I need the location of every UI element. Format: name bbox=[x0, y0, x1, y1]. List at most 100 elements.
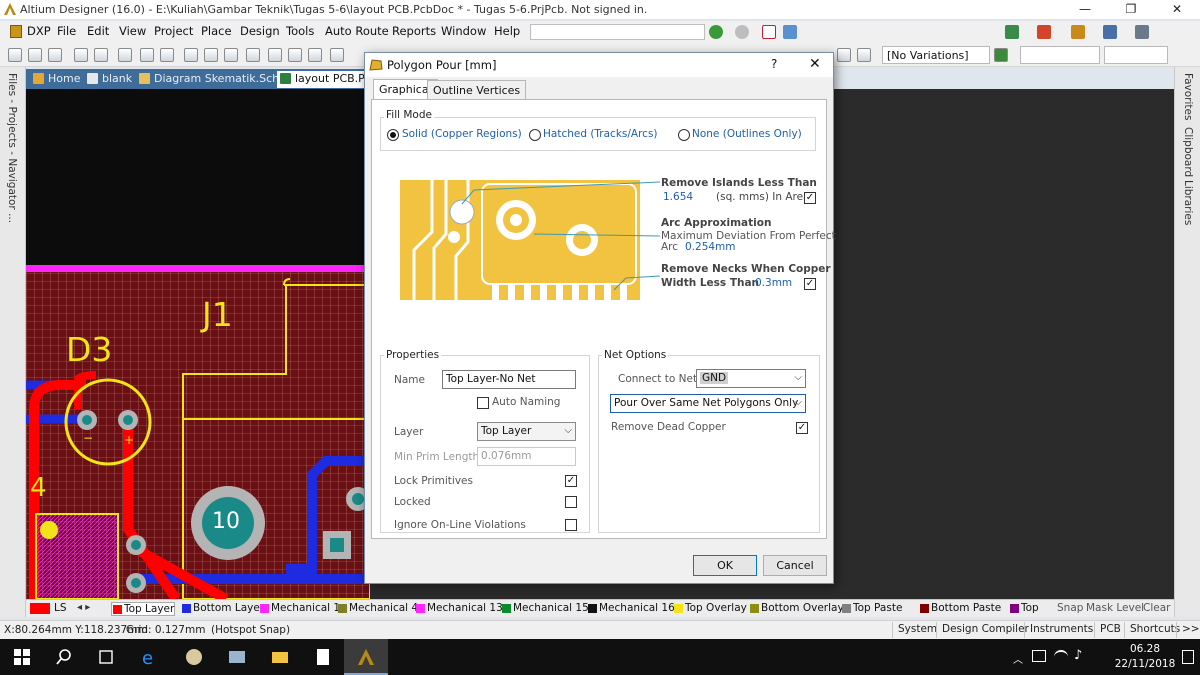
tab-home[interactable]: Home bbox=[30, 71, 82, 88]
search-button[interactable] bbox=[42, 639, 86, 675]
layer-scroll-arrows[interactable]: ◂ ▸ bbox=[77, 602, 90, 613]
layer-tab-mechanical-15[interactable]: Mechanical 15 bbox=[501, 602, 589, 616]
menu-place[interactable]: Place bbox=[201, 24, 232, 38]
design-compiler-button[interactable]: Design Compiler bbox=[936, 622, 1034, 638]
pour-over-select[interactable]: Pour Over Same Net Polygons Only ⌵ bbox=[610, 394, 806, 413]
files-projects-navigator-tab[interactable]: Files - Projects - Navigator ... bbox=[6, 73, 18, 223]
remove-necks-checkbox[interactable]: ✓ bbox=[804, 278, 816, 290]
tab-layout-pcb[interactable]: layout PCB.Pcb bbox=[277, 71, 378, 88]
new-icon[interactable] bbox=[8, 48, 22, 62]
network-icon[interactable] bbox=[1054, 650, 1068, 662]
altium-app[interactable] bbox=[344, 639, 388, 675]
system-button[interactable]: System bbox=[892, 622, 942, 638]
none-option-label[interactable]: None (Outlines Only) bbox=[692, 128, 802, 140]
tray-chevron-icon[interactable]: ︿ bbox=[1013, 651, 1023, 666]
zoom-previous-icon[interactable] bbox=[204, 48, 218, 62]
paste-icon[interactable] bbox=[288, 48, 302, 62]
pcb-button[interactable]: PCB bbox=[1094, 622, 1126, 638]
notifications-icon[interactable] bbox=[1182, 650, 1194, 664]
tab-diagram-schematic[interactable]: Diagram Skematik.SchDoc bbox=[136, 71, 300, 88]
layer-tab-top-layer[interactable]: Top Layer bbox=[111, 602, 176, 616]
clear-button[interactable]: Clear bbox=[1143, 602, 1170, 614]
menu-auto-route[interactable]: Auto Route bbox=[325, 24, 389, 38]
menu-dxp[interactable]: DXP bbox=[27, 24, 51, 38]
volume-icon[interactable]: ♪ bbox=[1074, 648, 1082, 663]
back-icon[interactable] bbox=[709, 25, 723, 39]
favorites-tab[interactable]: Favorites bbox=[1182, 73, 1194, 120]
snap-button[interactable]: Snap bbox=[1057, 602, 1083, 614]
mask-level-button[interactable]: Mask Level bbox=[1086, 602, 1144, 614]
hatched-option-label[interactable]: Hatched (Tracks/Arcs) bbox=[543, 128, 658, 140]
zoom-selected-icon[interactable] bbox=[184, 48, 198, 62]
select-icon[interactable] bbox=[330, 48, 344, 62]
home-icon[interactable] bbox=[762, 25, 776, 39]
forward-icon[interactable] bbox=[735, 25, 749, 39]
dialog-close-button[interactable]: ✕ bbox=[809, 56, 821, 72]
locked-checkbox[interactable] bbox=[565, 496, 577, 508]
favorite-icon[interactable] bbox=[783, 25, 797, 39]
snipping-app[interactable] bbox=[215, 639, 259, 675]
layer-tab-ls[interactable]: LS bbox=[29, 602, 67, 616]
address-combo[interactable] bbox=[530, 24, 705, 40]
close-window-button[interactable]: ✕ bbox=[1154, 0, 1200, 20]
libraries-tab[interactable]: Libraries bbox=[1182, 180, 1194, 225]
zoom-fit-icon[interactable] bbox=[140, 48, 154, 62]
islands-value[interactable]: 1.654 bbox=[663, 191, 693, 203]
ignore-violations-checkbox[interactable] bbox=[565, 519, 577, 531]
layer-tab-mechanical-13[interactable]: Mechanical 13 bbox=[415, 602, 503, 616]
auto-naming-checkbox[interactable] bbox=[477, 397, 489, 409]
start-button[interactable] bbox=[0, 639, 44, 675]
rubber-stamp-icon[interactable] bbox=[308, 48, 322, 62]
arc-value[interactable]: 0.254mm bbox=[685, 241, 736, 253]
connect-to-net-select[interactable]: GND ⌵ bbox=[696, 369, 806, 388]
task-view-button[interactable] bbox=[84, 639, 128, 675]
minimize-button[interactable]: — bbox=[1062, 0, 1108, 20]
layer-tab-top-overlay[interactable]: Top Overlay bbox=[673, 602, 747, 616]
route-tool-icon[interactable] bbox=[1005, 25, 1019, 39]
save-icon[interactable] bbox=[48, 48, 62, 62]
remove-dead-copper-checkbox[interactable]: ✓ bbox=[796, 422, 808, 434]
menu-view[interactable]: View bbox=[119, 24, 146, 38]
print-preview-icon[interactable] bbox=[94, 48, 108, 62]
layer-select[interactable]: Top Layer ⌵ bbox=[477, 422, 576, 441]
cancel-button[interactable]: Cancel bbox=[763, 555, 827, 576]
taskbar-clock[interactable]: 06.28 22/11/2018 bbox=[1110, 642, 1180, 672]
copy-icon[interactable] bbox=[268, 48, 282, 62]
toolbar-combo-empty-2[interactable] bbox=[1104, 46, 1168, 64]
solid-option-label[interactable]: Solid (Copper Regions) bbox=[402, 128, 522, 140]
radio-solid[interactable] bbox=[387, 129, 399, 141]
polygon-name-input[interactable]: Top Layer-No Net bbox=[442, 370, 576, 389]
battery-icon[interactable] bbox=[1032, 650, 1046, 662]
restore-button[interactable]: ❐ bbox=[1108, 0, 1154, 20]
menu-help[interactable]: Help bbox=[494, 24, 520, 38]
radio-hatched[interactable] bbox=[529, 129, 541, 141]
cross-probe-icon[interactable] bbox=[224, 48, 238, 62]
grid-tool-icon[interactable] bbox=[1103, 25, 1117, 39]
lock-primitives-checkbox[interactable]: ✓ bbox=[565, 475, 577, 487]
open-icon[interactable] bbox=[28, 48, 42, 62]
3d-view-icon[interactable] bbox=[118, 48, 132, 62]
variations-combo[interactable]: [No Variations] bbox=[882, 46, 990, 64]
menu-reports[interactable]: Reports bbox=[392, 24, 436, 38]
layout-tool-icon[interactable] bbox=[1135, 25, 1149, 39]
layer-tab-top[interactable]: Top bbox=[1009, 602, 1039, 616]
necks-value[interactable]: 0.3mm bbox=[755, 277, 792, 289]
layer-tab-mechanical-1[interactable]: Mechanical 1 bbox=[259, 602, 340, 616]
menu-edit[interactable]: Edit bbox=[87, 24, 109, 38]
menu-file[interactable]: File bbox=[57, 24, 76, 38]
print-icon[interactable] bbox=[74, 48, 88, 62]
file-explorer-app[interactable] bbox=[258, 639, 302, 675]
menu-project[interactable]: Project bbox=[154, 24, 193, 38]
board-insight-icon[interactable] bbox=[994, 48, 1008, 62]
menu-window[interactable]: Window bbox=[441, 24, 486, 38]
remove-islands-checkbox[interactable]: ✓ bbox=[804, 192, 816, 204]
edge-app[interactable]: e bbox=[128, 639, 172, 675]
chip-tool-icon[interactable] bbox=[857, 48, 871, 62]
layer-tab-bottom-layer[interactable]: Bottom Layer bbox=[181, 602, 264, 616]
help-button[interactable]: ? bbox=[771, 57, 777, 71]
layer-tab-bottom-paste[interactable]: Bottom Paste bbox=[919, 602, 1001, 616]
ok-button[interactable]: OK bbox=[693, 555, 757, 576]
instruments-button[interactable]: Instruments bbox=[1024, 622, 1098, 638]
layer-tab-top-paste[interactable]: Top Paste bbox=[841, 602, 902, 616]
align-tool-icon[interactable] bbox=[1037, 25, 1051, 39]
